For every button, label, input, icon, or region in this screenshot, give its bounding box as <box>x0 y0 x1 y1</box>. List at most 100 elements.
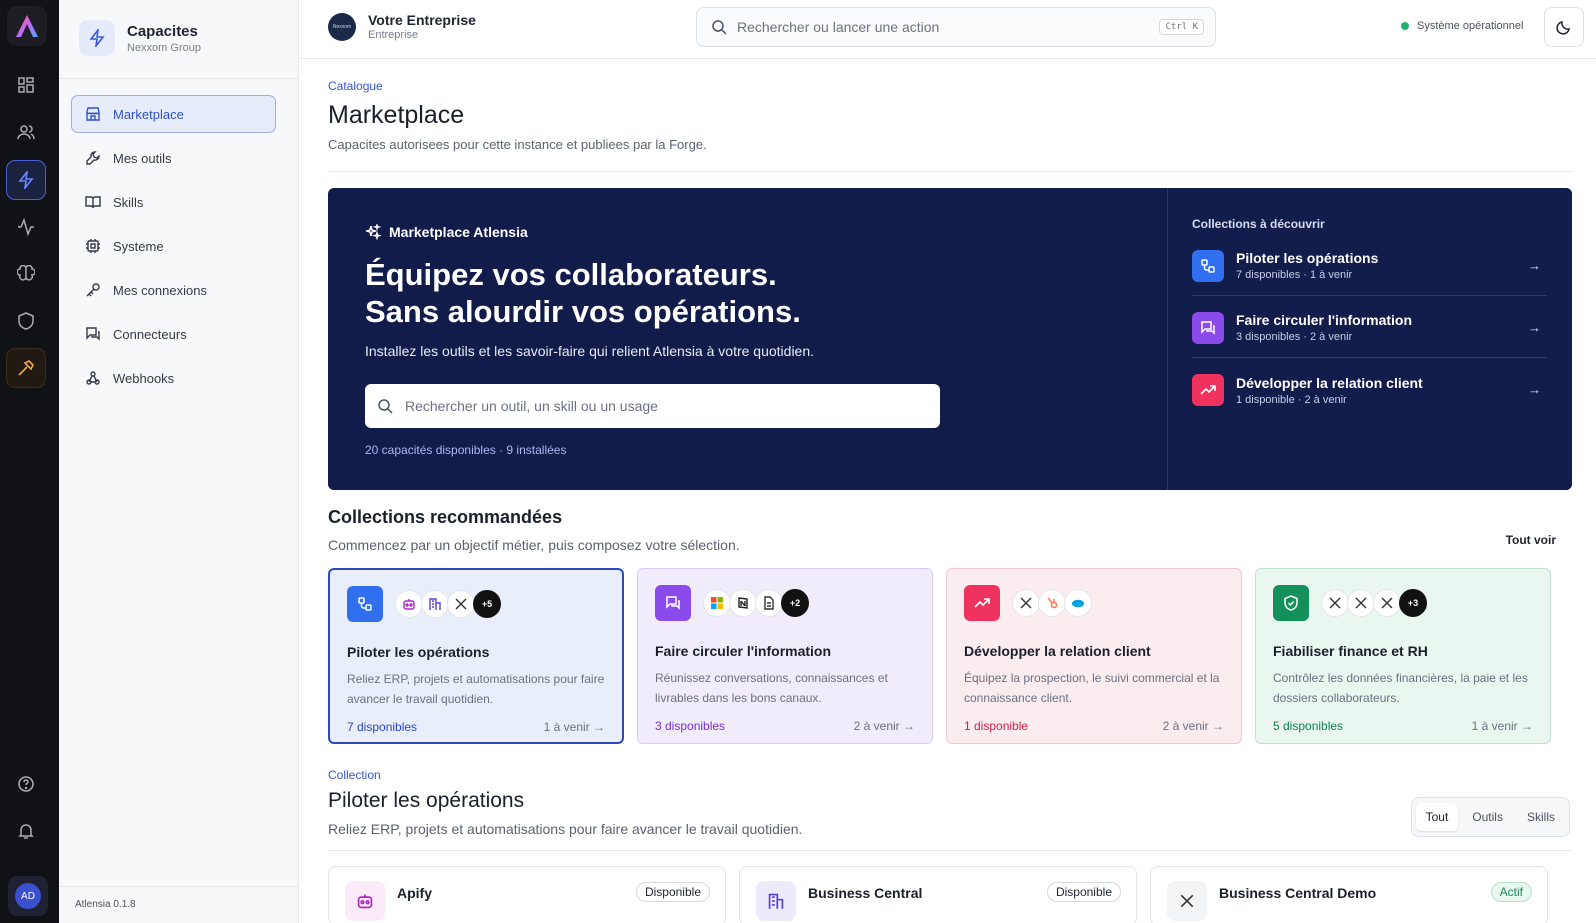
trending-up-icon <box>964 585 1000 621</box>
card-upcoming: 1 à venir → <box>1471 719 1533 733</box>
card-title: Fiabiliser finance et RH <box>1273 643 1428 659</box>
atlensia-logo[interactable] <box>7 6 47 46</box>
marketplace-search-input[interactable]: Rechercher un outil, un skill ou un usag… <box>365 384 940 428</box>
page-title: Marketplace <box>328 101 465 129</box>
tool-card-apify[interactable]: Apify Disponible <box>328 866 726 923</box>
divider <box>59 78 299 79</box>
collection-link-client[interactable]: Développer la relation client 1 disponibl… <box>1192 360 1547 420</box>
more-count-badge: +3 <box>1399 589 1427 617</box>
notion-icon <box>729 589 757 617</box>
tools-icon <box>1012 589 1040 617</box>
sidebar-item-label: Webhooks <box>113 370 175 386</box>
divider <box>59 886 299 887</box>
sidebar-item-connecteurs[interactable]: Connecteurs <box>71 315 276 353</box>
book-icon <box>85 196 101 209</box>
sidebar-item-marketplace[interactable]: Marketplace <box>71 95 276 133</box>
search-icon <box>712 20 727 35</box>
moon-icon <box>1556 21 1570 35</box>
sidebar-item-mes-outils[interactable]: Mes outils <box>71 139 276 177</box>
bell-icon[interactable] <box>6 811 46 851</box>
users-icon[interactable] <box>6 112 46 152</box>
tools-icon <box>1167 881 1207 921</box>
salesforce-icon <box>1064 589 1092 617</box>
sidebar-item-mes-connexions[interactable]: Mes connexions <box>71 271 276 309</box>
hubspot-icon <box>1038 589 1066 617</box>
collections-panel: Collections à découvrir Piloter les opér… <box>1167 188 1572 490</box>
sidebar-item-skills[interactable]: Skills <box>71 183 276 221</box>
help-icon[interactable] <box>6 764 46 804</box>
status-dot <box>1401 22 1409 30</box>
card-upcoming: 2 à venir → <box>853 719 915 733</box>
store-icon <box>86 107 100 121</box>
card-description: Contrôlez les données financières, la pa… <box>1273 671 1528 705</box>
hero-headline: Équipez vos collaborateurs. Sans alourdi… <box>365 256 1065 330</box>
collections-heading: Collections à découvrir <box>1192 217 1325 231</box>
user-avatar[interactable]: AD <box>8 876 48 916</box>
building-icon <box>421 590 449 618</box>
sidebar-item-webhooks[interactable]: Webhooks <box>71 359 276 397</box>
card-description: Reliez ERP, projets et automatisations p… <box>347 672 605 706</box>
sidebar-item-label: Connecteurs <box>113 326 187 342</box>
company-switcher[interactable]: Nexxom Votre Entreprise Entreprise <box>328 12 476 41</box>
hero-tag: Marketplace Atlensia <box>365 224 528 240</box>
activity-icon[interactable] <box>6 207 46 247</box>
brain-icon[interactable] <box>6 254 46 294</box>
tool-name: Business Central <box>808 885 923 901</box>
collection-stats: 7 disponibles · 1 à venir <box>1236 269 1353 281</box>
hammer-icon[interactable] <box>6 348 46 388</box>
tool-name: Apify <box>397 885 432 901</box>
tools-icon <box>447 590 475 618</box>
page-subtitle: Capacites autorisees pour cette instance… <box>328 137 707 152</box>
sidebar-item-label: Mes connexions <box>113 282 207 298</box>
collection-card-client[interactable]: Développer la relation client Équipez la… <box>946 568 1242 744</box>
collection-breadcrumb[interactable]: Collection <box>328 768 381 782</box>
collection-link-information[interactable]: Faire circuler l'information 3 disponible… <box>1192 298 1547 358</box>
collection-stats: 3 disponibles · 2 à venir <box>1236 331 1353 343</box>
card-description: Réunissez conversations, connaissances e… <box>655 671 888 705</box>
tool-card-business-central-demo[interactable]: Business Central Demo Actif <box>1150 866 1548 923</box>
app-rail: AD <box>0 0 59 923</box>
collection-card-finance[interactable]: +3 Fiabiliser finance et RH Contrôlez le… <box>1255 568 1551 744</box>
workflow-icon <box>347 586 383 622</box>
robot-icon <box>395 590 423 618</box>
more-count-badge: +5 <box>473 590 501 618</box>
collection-stats: 1 disponible · 2 à venir <box>1236 393 1347 406</box>
collection-subtitle: Reliez ERP, projets et automatisations p… <box>328 821 803 837</box>
dashboard-icon[interactable] <box>6 65 46 105</box>
microsoft-icon <box>703 589 731 617</box>
sidebar-item-systeme[interactable]: Systeme <box>71 227 276 265</box>
filter-skills[interactable]: Skills <box>1517 803 1565 831</box>
filter-outils[interactable]: Outils <box>1462 803 1513 831</box>
theme-toggle-button[interactable] <box>1544 7 1584 47</box>
trending-up-icon <box>1192 374 1224 406</box>
card-title: Développer la relation client <box>964 643 1151 659</box>
shield-icon[interactable] <box>6 301 46 341</box>
see-all-link[interactable]: Tout voir <box>1506 533 1556 547</box>
collection-card-information[interactable]: +2 Faire circuler l'information Réunisse… <box>637 568 933 744</box>
robot-icon <box>345 881 385 921</box>
section-subtitle: Commencez par un objectif métier, puis c… <box>328 537 740 553</box>
arrow-right-icon: → <box>1528 320 1541 335</box>
hero-headline-line2: Sans alourdir vos opérations. <box>365 294 801 329</box>
sidebar-item-label: Marketplace <box>113 106 184 122</box>
global-search[interactable]: Rechercher ou lancer une action Ctrl K <box>696 7 1216 47</box>
collection-link-operations[interactable]: Piloter les opérations 7 disponibles · 1 … <box>1192 236 1547 296</box>
card-available: 1 disponible <box>964 719 1029 733</box>
bolt-icon[interactable] <box>6 160 46 200</box>
chat-plug-icon <box>86 327 100 341</box>
hero-counts: 20 capacités disponibles · 9 installées <box>365 443 567 457</box>
search-placeholder: Rechercher un outil, un skill ou un usag… <box>405 398 658 414</box>
tools-icon <box>1347 589 1375 617</box>
sidebar-item-label: Systeme <box>113 238 164 254</box>
status-badge: Actif <box>1490 882 1532 902</box>
system-status: Système opérationnel <box>1401 20 1523 32</box>
tools-icon <box>1373 589 1401 617</box>
breadcrumb[interactable]: Catalogue <box>328 79 383 93</box>
brand-title: Capacites <box>127 22 198 40</box>
tool-card-business-central[interactable]: Business Central Disponible <box>739 866 1137 923</box>
status-text: Système opérationnel <box>1417 20 1524 32</box>
filter-tout[interactable]: Tout <box>1415 803 1459 831</box>
more-count-badge: +2 <box>781 589 809 617</box>
collection-title: Développer la relation client <box>1236 374 1423 391</box>
collection-card-operations[interactable]: +5 Piloter les opérations Reliez ERP, pr… <box>328 568 624 744</box>
